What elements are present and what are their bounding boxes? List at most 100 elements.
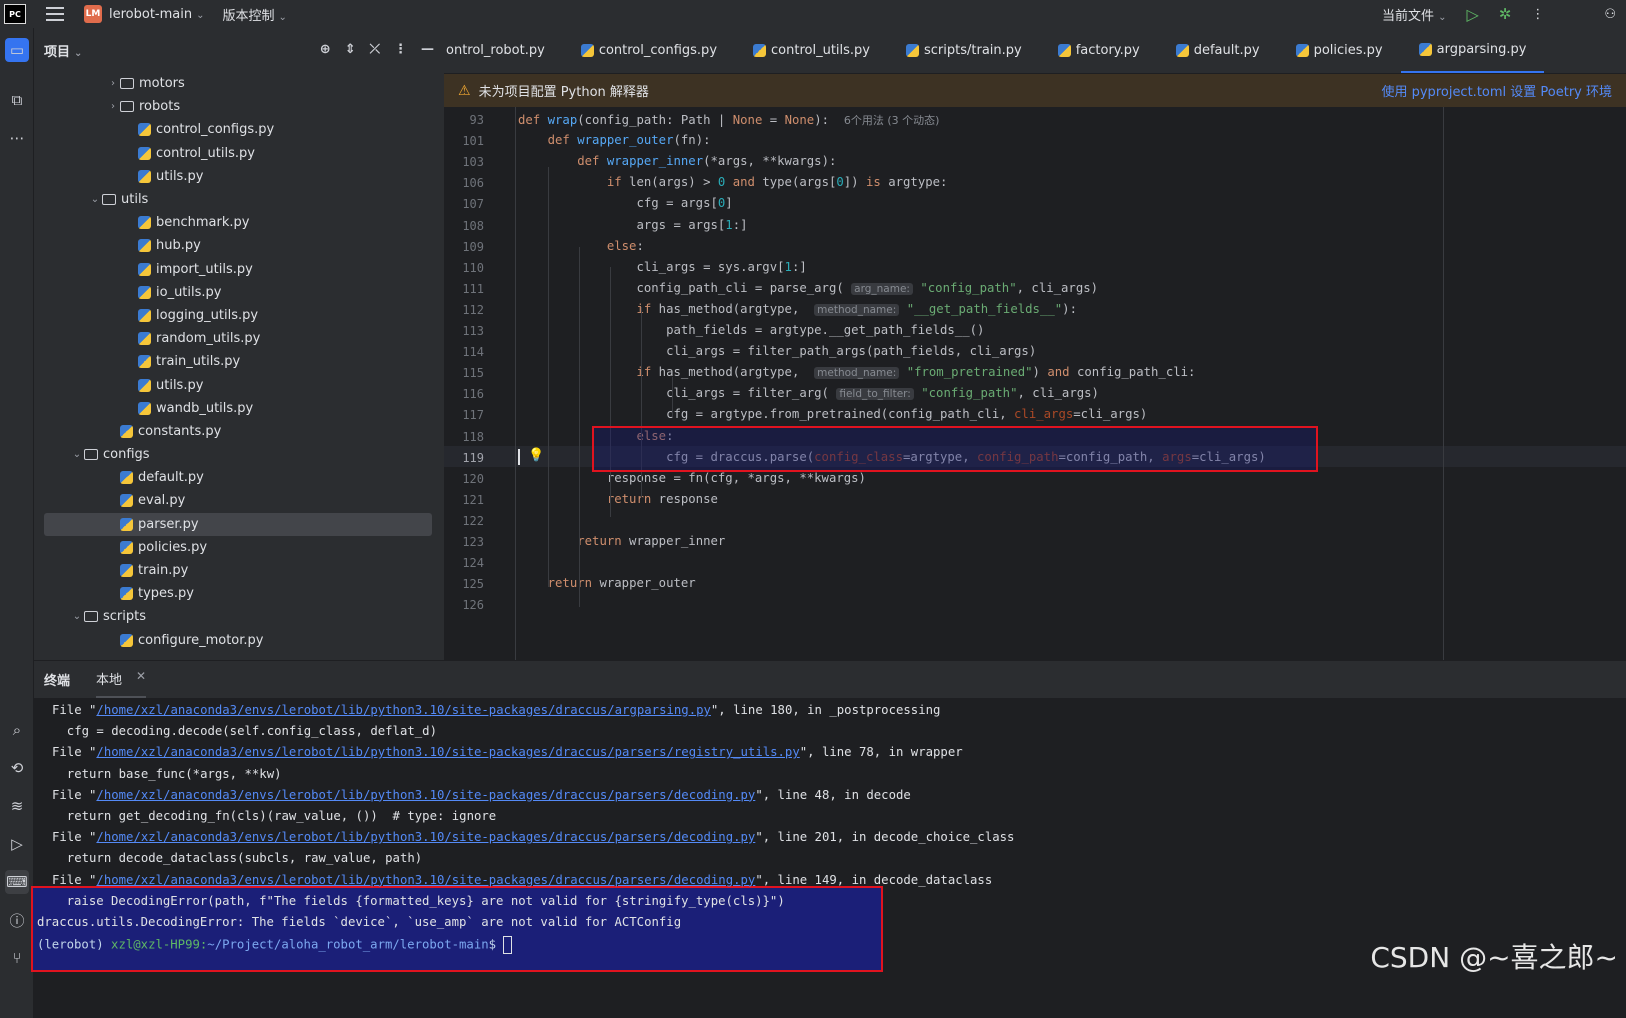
expand-all-icon[interactable]: ⇕ bbox=[345, 42, 356, 57]
tree-file[interactable]: benchmark.py bbox=[34, 211, 444, 234]
tree-folder[interactable]: ⌄ utils bbox=[34, 188, 444, 211]
tree-folder[interactable]: › motors bbox=[34, 72, 444, 95]
tree-item-label: parser.py bbox=[138, 516, 199, 532]
tree-file[interactable]: eval.py bbox=[34, 489, 444, 512]
debug-icon[interactable]: ✲ bbox=[1499, 5, 1512, 23]
tree-file[interactable]: wandb_utils.py bbox=[34, 397, 444, 420]
tree-file[interactable]: utils.py bbox=[34, 165, 444, 188]
line-number: 120 bbox=[462, 471, 484, 486]
chevron-down-icon[interactable]: ⌄ bbox=[70, 449, 84, 460]
python-file-icon bbox=[1418, 42, 1432, 56]
editor-tab-label: argparsing.py bbox=[1436, 41, 1527, 57]
tree-folder[interactable]: ⌄ scripts bbox=[34, 605, 444, 628]
project-folder-icon[interactable]: ▭ bbox=[5, 38, 29, 62]
tree-item-label: configure_motor.py bbox=[138, 632, 264, 648]
options-icon[interactable]: ⋮ bbox=[394, 42, 407, 57]
project-switcher[interactable]: lerobot-main ⌄ bbox=[109, 7, 205, 22]
tree-file[interactable]: control_utils.py bbox=[34, 142, 444, 165]
traceback-file-link[interactable]: /home/xzl/anaconda3/envs/lerobot/lib/pyt… bbox=[96, 703, 710, 717]
tree-file[interactable]: configure_motor.py bbox=[34, 629, 444, 652]
tree-file[interactable]: control_configs.py bbox=[34, 118, 444, 141]
close-icon[interactable]: ✕ bbox=[136, 669, 146, 688]
traceback-file-link[interactable]: /home/xzl/anaconda3/envs/lerobot/lib/pyt… bbox=[96, 873, 755, 887]
poetry-setup-link[interactable]: 使用 pyproject.toml 设置 Poetry 环境 bbox=[1381, 81, 1612, 100]
tree-file[interactable]: types.py bbox=[34, 582, 444, 605]
code-line: else: bbox=[606, 238, 644, 253]
code-editor[interactable]: 93 101 103 106 107 108 109 110 111 112 113 114 115 11… bbox=[444, 107, 1626, 660]
terminal-prompt[interactable]: (lerobot) xzl@xzl-HP99:~/Project/aloha_r… bbox=[37, 936, 513, 954]
terminal-line: File "/home/xzl/anaconda3/envs/lerobot/l… bbox=[52, 703, 941, 717]
line-number: 116 bbox=[462, 387, 484, 402]
editor-tab-label: default.py bbox=[1193, 43, 1260, 58]
tree-file[interactable]: io_utils.py bbox=[34, 281, 444, 304]
search-icon[interactable]: ⌕ bbox=[5, 718, 29, 742]
git-icon[interactable]: ⑂ bbox=[5, 946, 29, 970]
editor-tab[interactable]: factory.py bbox=[1040, 28, 1158, 73]
terminal-tab-local[interactable]: 本地 ✕ bbox=[96, 661, 147, 698]
line-number: 93 bbox=[469, 113, 484, 127]
chevron-down-icon[interactable]: ⌄ bbox=[70, 611, 84, 622]
tree-file[interactable]: train.py bbox=[34, 559, 444, 582]
vcs-menu[interactable]: 版本控制 ⌄ bbox=[223, 5, 287, 24]
python-file-icon bbox=[120, 587, 133, 601]
tree-file[interactable]: random_utils.py bbox=[34, 327, 444, 350]
tree-file[interactable]: utils.py bbox=[34, 373, 444, 396]
terminal-error-line: draccus.utils.DecodingError: The fields … bbox=[37, 915, 682, 930]
more-actions-icon[interactable]: ⋮ bbox=[1531, 7, 1544, 22]
traceback-file-link[interactable]: /home/xzl/anaconda3/envs/lerobot/lib/pyt… bbox=[96, 788, 755, 802]
editor-tab[interactable]: scripts/train.py bbox=[888, 28, 1040, 73]
tree-file[interactable]: import_utils.py bbox=[34, 258, 444, 281]
tree-item-label: utils.py bbox=[156, 168, 204, 184]
account-icon[interactable]: ⚇ bbox=[1604, 7, 1616, 22]
python-console-icon[interactable]: ⟲ bbox=[5, 756, 29, 780]
chevron-right-icon[interactable]: › bbox=[106, 101, 120, 112]
tree-file[interactable]: train_utils.py bbox=[34, 350, 444, 373]
tree-file[interactable]: hub.py bbox=[34, 234, 444, 257]
run-icon[interactable]: ▷ bbox=[1466, 5, 1478, 24]
tree-item-label: io_utils.py bbox=[156, 284, 222, 300]
editor-tab[interactable]: ontrol_robot.py bbox=[444, 28, 563, 73]
folder-icon bbox=[84, 611, 98, 623]
terminal-line: cfg = decoding.decode(self.config_class,… bbox=[52, 724, 437, 739]
collapse-all-icon[interactable]: ⤫ bbox=[370, 42, 380, 57]
editor-tab[interactable]: control_utils.py bbox=[735, 28, 888, 73]
chevron-right-icon[interactable]: › bbox=[106, 78, 120, 89]
main-menu-icon[interactable] bbox=[46, 7, 64, 21]
terminal-icon[interactable]: ⌨ bbox=[5, 870, 29, 894]
editor-tab[interactable]: policies.py bbox=[1278, 28, 1401, 73]
traceback-file-link[interactable]: /home/xzl/anaconda3/envs/lerobot/lib/pyt… bbox=[96, 830, 755, 844]
tree-folder[interactable]: ⌄ configs bbox=[34, 443, 444, 466]
terminal-line: File "/home/xzl/anaconda3/envs/lerobot/l… bbox=[52, 745, 963, 760]
tree-file[interactable]: logging_utils.py bbox=[34, 304, 444, 327]
line-number: 103 bbox=[462, 155, 484, 170]
tree-folder[interactable]: › robots bbox=[34, 95, 444, 118]
hide-icon[interactable]: — bbox=[421, 42, 434, 57]
line-number: 121 bbox=[462, 492, 484, 507]
lightbulb-icon[interactable]: 💡 bbox=[528, 448, 544, 463]
folder-icon bbox=[84, 449, 98, 461]
indent-guide bbox=[579, 247, 580, 607]
project-tree: › motors › robots control_configs.py control_… bbox=[34, 72, 444, 652]
tree-file[interactable]: default.py bbox=[34, 466, 444, 489]
chevron-down-icon: ⌄ bbox=[1438, 11, 1447, 23]
tree-item-label: utils.py bbox=[156, 377, 204, 393]
editor-tab[interactable]: argparsing.py bbox=[1400, 28, 1545, 73]
chevron-down-icon[interactable]: ⌄ bbox=[88, 194, 102, 205]
terminal-error-line: raise DecodingError(path, f"The fields {… bbox=[37, 894, 785, 908]
problems-icon[interactable]: ⓘ bbox=[5, 908, 29, 932]
tree-file[interactable]: policies.py bbox=[34, 536, 444, 559]
editor-tab[interactable]: control_configs.py bbox=[563, 28, 735, 73]
run-config-selector[interactable]: 当前文件 ⌄ bbox=[1382, 5, 1446, 24]
python-file-icon bbox=[138, 262, 151, 276]
tree-file[interactable]: constants.py bbox=[34, 420, 444, 443]
layers-icon[interactable]: ≋ bbox=[5, 794, 29, 818]
structure-icon[interactable]: ⧉ bbox=[5, 88, 29, 112]
editor-tab[interactable]: default.py bbox=[1158, 28, 1278, 73]
services-icon[interactable]: ▷ bbox=[5, 832, 29, 856]
more-tools-icon[interactable]: ⋯ bbox=[5, 126, 29, 150]
traceback-file-link[interactable]: /home/xzl/anaconda3/envs/lerobot/lib/pyt… bbox=[96, 745, 799, 759]
locate-icon[interactable]: ⊕ bbox=[320, 42, 331, 57]
project-panel-title[interactable]: 项目 ⌄ bbox=[44, 41, 82, 60]
tree-item-label: policies.py bbox=[138, 539, 208, 555]
tree-file[interactable]: parser.py bbox=[44, 512, 432, 536]
